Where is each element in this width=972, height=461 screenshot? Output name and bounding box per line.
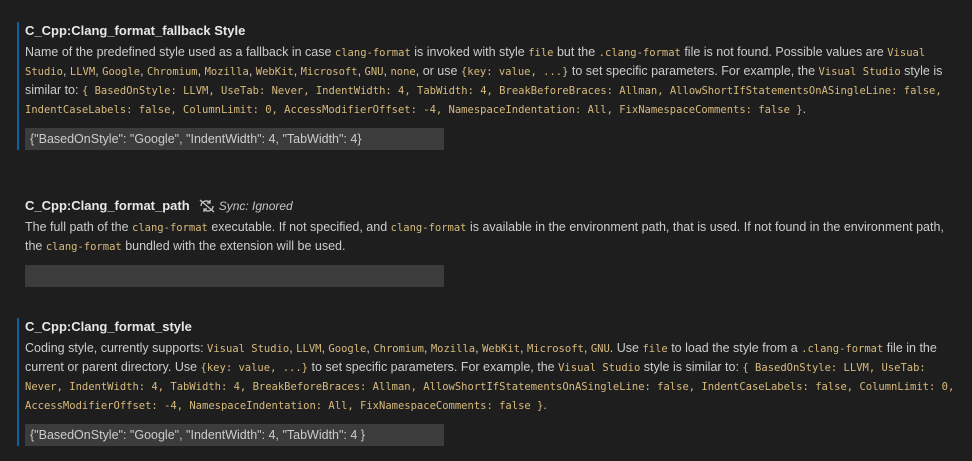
- description-code: Mozilla: [430, 343, 476, 355]
- description-text: ,: [197, 64, 205, 78]
- description-text: Coding style, currently supports:: [25, 341, 208, 355]
- description-text: ,: [423, 341, 431, 355]
- description-text: Name of the predefined style used as a f…: [25, 45, 335, 59]
- setting-category: C_Cpp:: [25, 23, 72, 38]
- setting-clang-format-path[interactable]: C_Cpp: Clang_format_path Sync: Ignored T…: [17, 197, 965, 287]
- description-code: GNU: [364, 66, 384, 78]
- description-code: .clang-format: [598, 47, 681, 59]
- description-code: clang-format: [334, 47, 411, 59]
- description-code: WebKit: [482, 343, 520, 355]
- description-code: LLVM: [296, 343, 322, 355]
- description-code: .clang-format: [801, 343, 884, 355]
- sync-status: Sync: Ignored: [198, 197, 293, 215]
- description-text: ,: [293, 64, 301, 78]
- setting-name: Clang_format_style: [71, 319, 192, 334]
- description-code: Chromium: [373, 343, 424, 355]
- setting-clang-format-fallback-style[interactable]: C_Cpp: Clang_format_fallback Style Name …: [17, 22, 965, 150]
- description-text: The full path of the: [25, 220, 133, 234]
- description-code: Google: [328, 343, 367, 355]
- setting-description: Name of the predefined style used as a f…: [25, 43, 955, 119]
- fallback-style-input[interactable]: {"BasedOnStyle": "Google", "IndentWidth"…: [25, 128, 444, 150]
- description-code: Microsoft: [300, 66, 358, 78]
- description-code: clang-format: [132, 222, 208, 234]
- description-code: Google: [102, 66, 141, 78]
- description-text: ,: [583, 341, 591, 355]
- sync-label: Sync: Ignored: [218, 199, 293, 213]
- description-code: clang-format: [390, 222, 467, 234]
- description-code: WebKit: [255, 66, 294, 78]
- setting-description: Coding style, currently supports: Visual…: [25, 339, 955, 415]
- setting-description: The full path of the clang-format execut…: [25, 218, 955, 256]
- description-code: Mozilla: [204, 66, 249, 78]
- setting-name: Clang_format_path: [71, 198, 190, 213]
- clang-format-style-input[interactable]: {"BasedOnStyle": "Google", "IndentWidth"…: [25, 424, 444, 446]
- description-text: style is similar to:: [640, 360, 743, 374]
- sync-ignored-icon: [199, 199, 215, 213]
- description-text: ,: [62, 64, 70, 78]
- setting-name: Clang_format_fallback Style: [71, 23, 246, 38]
- description-text: ,: [140, 64, 148, 78]
- description-text: ,: [357, 64, 365, 78]
- description-code: GNU: [590, 343, 610, 355]
- description-code: Visual Studio: [207, 343, 290, 355]
- description-code: {key: value, ...}: [460, 66, 569, 78]
- description-text: ,: [520, 341, 527, 355]
- description-code: none: [390, 66, 416, 78]
- setting-category: C_Cpp:: [25, 198, 72, 213]
- description-text: to load the style from a: [667, 341, 802, 355]
- description-text: to set specific parameters. For example,…: [568, 64, 819, 78]
- setting-category: C_Cpp:: [25, 319, 72, 334]
- setting-title: C_Cpp: Clang_format_path Sync: Ignored: [25, 197, 965, 215]
- clang-format-path-input[interactable]: [25, 265, 444, 287]
- description-code: Chromium: [147, 66, 198, 78]
- description-text: ,: [248, 64, 256, 78]
- description-text: is invoked with style: [410, 45, 529, 59]
- description-text: bundled with the extension will be used.: [121, 239, 346, 253]
- description-code: LLVM: [69, 66, 96, 78]
- description-code: file: [642, 343, 668, 355]
- description-text: executable. If not specified, and: [207, 220, 391, 234]
- description-text: but the: [553, 45, 599, 59]
- description-code: clang-format: [45, 241, 122, 253]
- description-code: Microsoft: [526, 343, 584, 355]
- setting-title: C_Cpp: Clang_format_fallback Style: [25, 22, 965, 40]
- description-code: file: [528, 47, 554, 59]
- description-text: file is not found. Possible values are: [680, 45, 888, 59]
- description-code: Visual Studio: [818, 66, 901, 78]
- description-code: {key: value, ...}: [200, 362, 308, 374]
- description-text: . Use: [609, 341, 643, 355]
- setting-clang-format-style[interactable]: C_Cpp: Clang_format_style Coding style, …: [17, 318, 965, 446]
- settings-editor: C_Cpp: Clang_format_fallback Style Name …: [0, 0, 972, 461]
- description-text: .: [543, 398, 547, 412]
- description-code: Visual Studio: [558, 362, 641, 374]
- setting-title: C_Cpp: Clang_format_style: [25, 318, 965, 336]
- description-text: to set specific parameters. For example,…: [308, 360, 559, 374]
- description-text: .: [802, 102, 807, 116]
- description-text: , or use: [415, 64, 461, 78]
